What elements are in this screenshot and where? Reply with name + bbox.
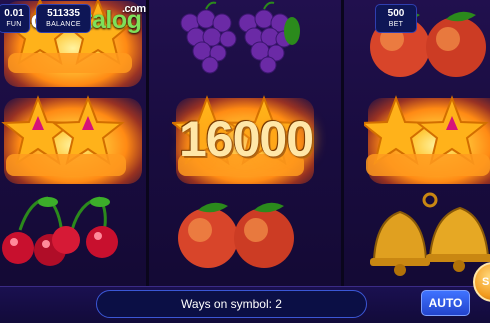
- coin-value: 0.01: [4, 8, 24, 19]
- bet-value: 500: [387, 8, 405, 19]
- symbol-star: [0, 92, 146, 187]
- symbol-bells: [364, 190, 490, 285]
- ways-message: Ways on symbol: 2: [96, 290, 367, 318]
- symbol-grapes: [172, 0, 318, 90]
- symbol-peach: [172, 190, 318, 285]
- bet-label: BET: [388, 21, 404, 28]
- balance-value: 511335: [47, 8, 80, 19]
- coin-value-button[interactable]: 0.01 FUN: [0, 4, 30, 33]
- auto-button[interactable]: AUTO: [421, 290, 470, 316]
- symbol-cherries: [0, 190, 146, 285]
- win-amount: 16000: [178, 111, 314, 167]
- game-stage: SlotCatalog .com 16000 0.01 FUN 511335 B…: [0, 0, 490, 323]
- symbol-star: [364, 92, 490, 187]
- balance-display: 511335 BALANCE: [36, 4, 91, 33]
- coin-label: FUN: [6, 21, 22, 28]
- balance-label: BALANCE: [46, 21, 81, 28]
- bet-button[interactable]: 500 BET: [375, 4, 417, 33]
- spin-label: S: [482, 276, 490, 288]
